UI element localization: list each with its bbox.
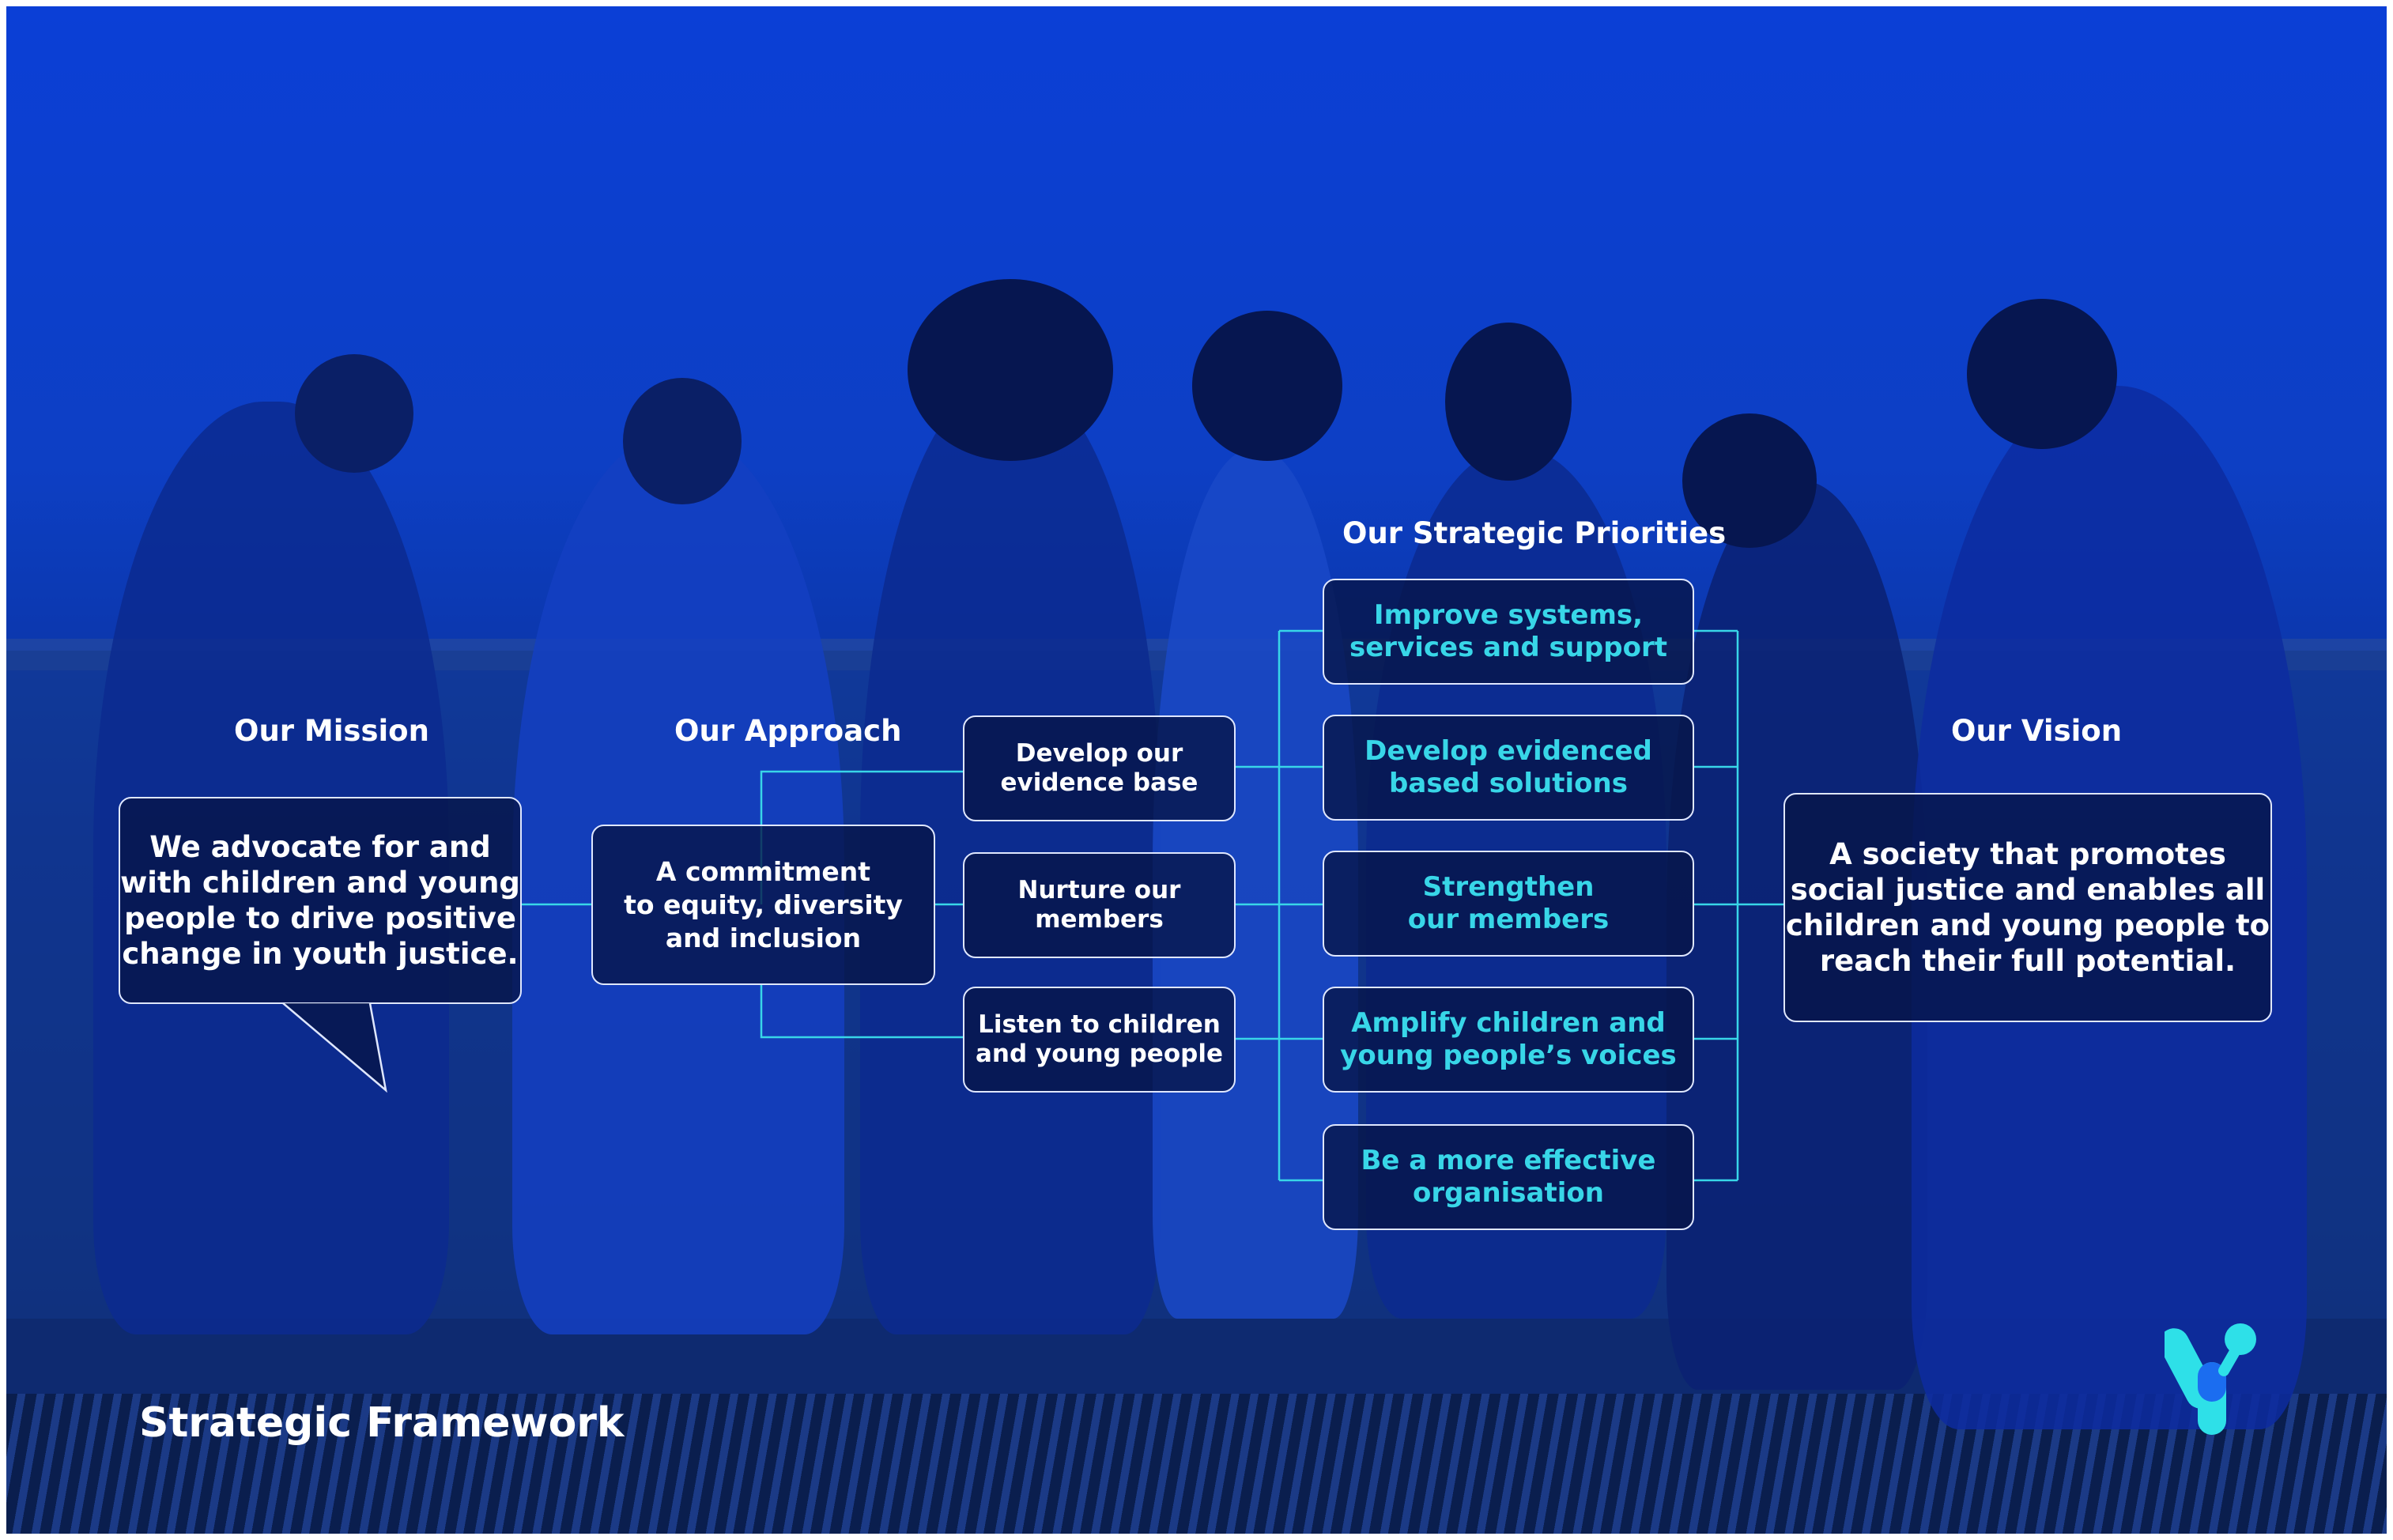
- approach-text-line: to equity, diversity: [624, 889, 903, 920]
- approach-item-line: Listen to children: [978, 1010, 1221, 1039]
- mission-text-line: people to drive positive: [124, 901, 516, 935]
- priority-effective-organisation: Be a more effective organisation: [1323, 1124, 1694, 1230]
- mission-speech-bubble: We advocate for and with children and yo…: [119, 797, 522, 1004]
- approach-item-line: Nurture our: [1017, 876, 1181, 904]
- approach-item-evidence: Develop our evidence base: [963, 715, 1236, 821]
- approach-item-line: members: [1035, 905, 1164, 934]
- priority-improve-systems: Improve systems, services and support: [1323, 579, 1694, 685]
- approach-item-line: and young people: [976, 1040, 1223, 1068]
- approach-item-line: Develop our: [1015, 739, 1183, 768]
- priority-line: Develop evidenced: [1364, 735, 1652, 767]
- approach-item-listen: Listen to children and young people: [963, 987, 1236, 1093]
- vision-text-line: social justice and enables all: [1790, 873, 2266, 907]
- priorities-heading: Our Strategic Priorities: [1342, 516, 1727, 550]
- mission-text-line: with children and young: [120, 866, 520, 900]
- priority-strengthen-members: Strengthen our members: [1323, 851, 1694, 957]
- mission-text-line: We advocate for and: [149, 830, 491, 864]
- approach-text-line: A commitment: [655, 855, 871, 887]
- vision-heading: Our Vision: [1951, 714, 2123, 748]
- approach-text-line: and inclusion: [665, 922, 862, 953]
- approach-box: A commitment to equity, diversity and in…: [591, 825, 935, 985]
- vision-text-line: A society that promotes: [1829, 837, 2226, 871]
- vision-box: A society that promotes social justice a…: [1783, 793, 2272, 1022]
- priority-line: Be a more effective: [1361, 1145, 1656, 1176]
- priority-evidenced-solutions: Develop evidenced based solutions: [1323, 715, 1694, 821]
- priority-line: Improve systems,: [1373, 599, 1644, 631]
- approach-heading: Our Approach: [674, 714, 902, 748]
- speech-bubble-tail: [282, 1002, 387, 1093]
- approach-item-line: evidence base: [1000, 768, 1198, 797]
- framework-canvas: Our Mission We advocate for and with chi…: [6, 6, 2387, 1534]
- approach-item-members: Nurture our members: [963, 852, 1236, 958]
- priority-line: organisation: [1413, 1177, 1604, 1209]
- priority-line: young people’s voices: [1340, 1040, 1677, 1071]
- priority-line: Amplify children and: [1351, 1007, 1666, 1039]
- priority-line: our members: [1407, 904, 1610, 935]
- priority-amplify-voices: Amplify children and young people’s voice…: [1323, 987, 1694, 1093]
- mission-heading: Our Mission: [234, 714, 429, 748]
- vision-text-line: reach their full potential.: [1819, 944, 2236, 978]
- page-title: Strategic Framework: [139, 1399, 625, 1447]
- connector-approach-item-3: [760, 985, 963, 1039]
- priority-line: services and support: [1349, 632, 1667, 663]
- mission-text-line: change in youth justice.: [122, 937, 519, 971]
- priority-line: Strengthen: [1422, 871, 1595, 903]
- y-logo-icon: [2165, 1323, 2256, 1435]
- priority-line: based solutions: [1389, 768, 1628, 799]
- vision-text-line: children and young people to: [1785, 908, 2270, 942]
